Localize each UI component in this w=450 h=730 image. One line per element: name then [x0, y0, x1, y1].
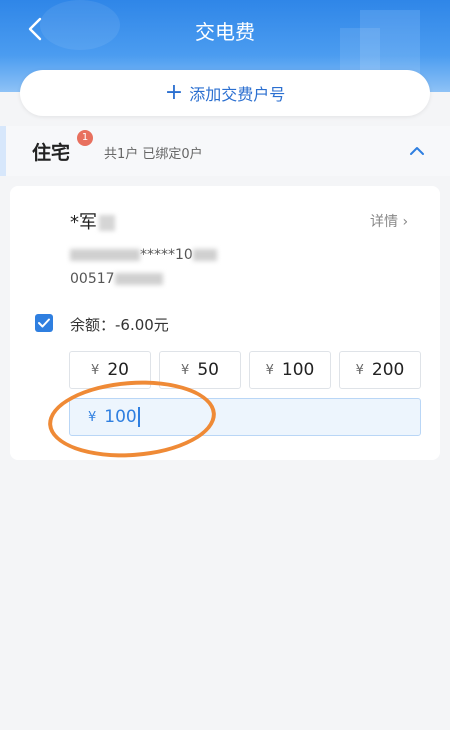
chevron-up-icon[interactable] [406, 140, 428, 162]
amount-option-20[interactable]: ¥20 [69, 351, 151, 389]
account-address-line: 00517 [70, 271, 163, 287]
section-title: 住宅 [32, 142, 71, 164]
section-header: 住宅 [0, 126, 450, 176]
balance-text: 余额：-6.00元 [70, 316, 169, 334]
add-account-label: 添加交费户号 [189, 85, 286, 104]
amount-option-200[interactable]: ¥200 [339, 351, 421, 389]
page-title: 交电费 [195, 20, 255, 44]
masked-text [99, 215, 115, 231]
masked-text [192, 249, 217, 261]
chevron-right-icon: › [402, 214, 409, 230]
account-name: *军 [70, 208, 115, 234]
custom-amount-input[interactable]: ¥100 [69, 398, 421, 436]
amount-option-50[interactable]: ¥50 [159, 351, 241, 389]
text-cursor [137, 407, 140, 427]
count-badge: 1 [77, 130, 93, 146]
plus-icon: + [164, 80, 184, 105]
balance-checkbox[interactable] [35, 314, 53, 332]
section-subtitle: 共1户 已绑定0户 [104, 147, 203, 162]
section-accent-bar [0, 126, 6, 176]
masked-text [70, 249, 140, 261]
account-number-line: *****10 [70, 247, 217, 263]
add-account-button[interactable]: + 添加交费户号 [20, 70, 430, 116]
masked-text [114, 273, 163, 285]
detail-link[interactable]: 详情 › [370, 211, 408, 231]
amount-option-100[interactable]: ¥100 [249, 351, 331, 389]
